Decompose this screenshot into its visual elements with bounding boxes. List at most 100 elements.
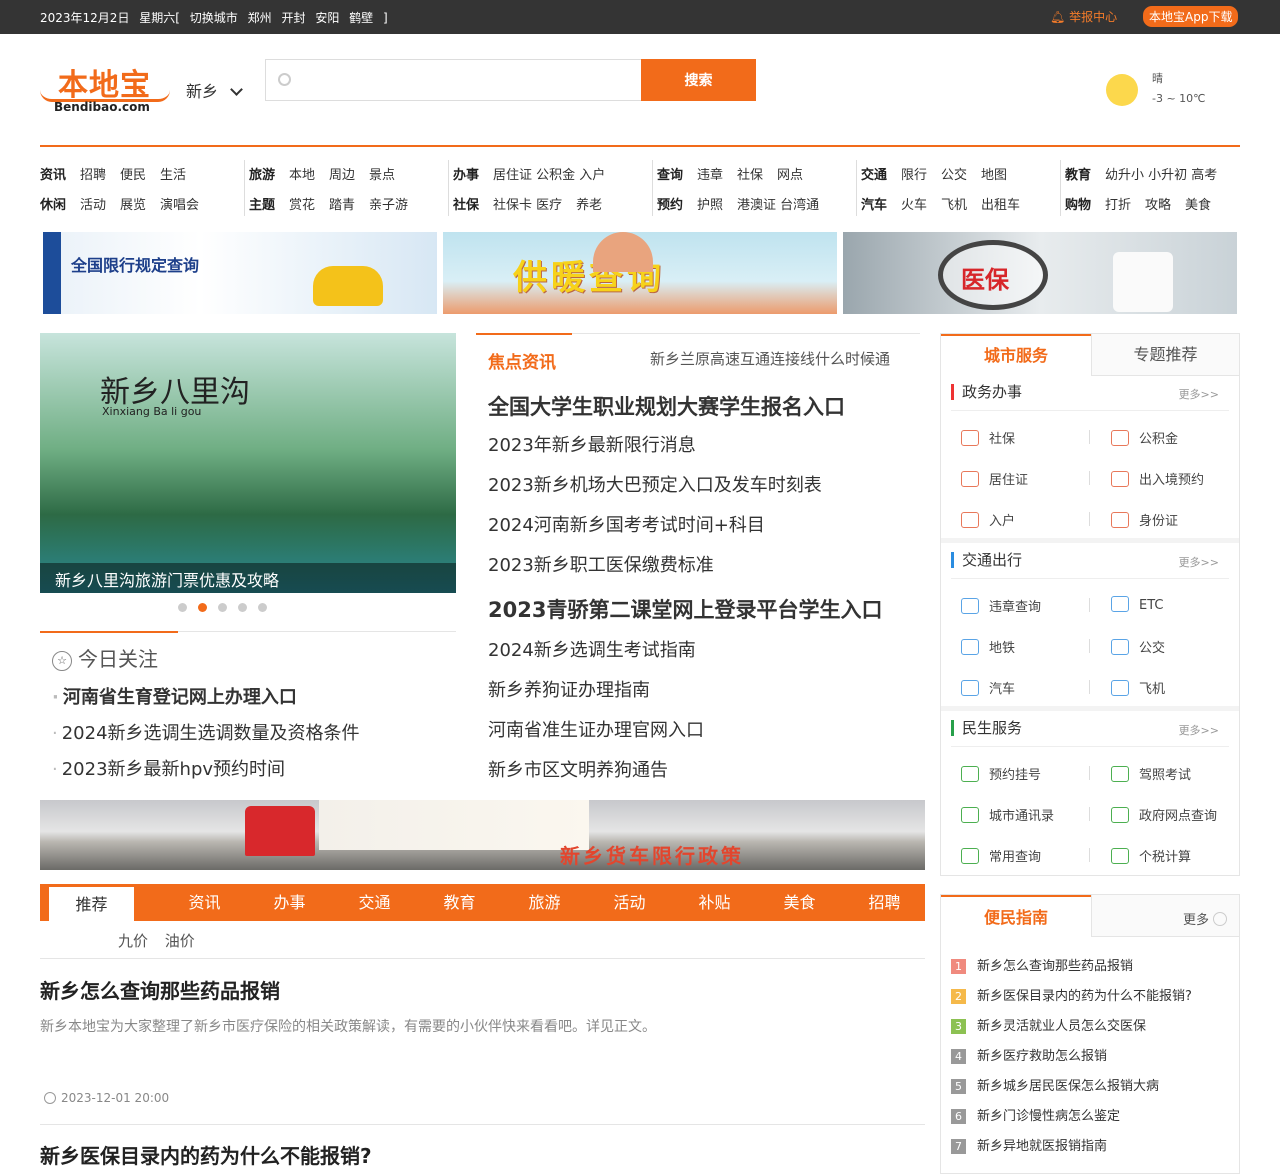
list-item[interactable]: 河南省生育登记网上办理入口	[52, 683, 360, 719]
nav-link[interactable]: 汽车	[861, 194, 887, 213]
search-input[interactable]	[306, 68, 626, 92]
banner-medical-insurance[interactable]: 医保	[843, 232, 1237, 314]
tab-topic-recommend[interactable]: 专题推荐	[1091, 334, 1239, 376]
nav-link[interactable]: 出租车	[981, 194, 1020, 213]
subtab-item[interactable]: 九价	[118, 932, 148, 950]
news-item[interactable]: 新乡养狗证办理指南	[488, 676, 882, 716]
nav-link[interactable]: 赏花	[289, 194, 315, 213]
nav-link[interactable]: 旅游	[249, 164, 275, 183]
guide-title[interactable]: 便民指南	[941, 895, 1091, 937]
nav-link[interactable]: 攻略	[1145, 194, 1171, 213]
nav-link[interactable]: 社保	[737, 164, 763, 183]
guide-item[interactable]: 6 新乡门诊慢性病怎么鉴定	[951, 1105, 1192, 1135]
service-item[interactable]: ETC	[1111, 596, 1163, 613]
report-center-link[interactable]: 🔔︎ 举报中心	[1050, 8, 1117, 25]
service-item[interactable]: 驾照考试	[1111, 764, 1191, 783]
service-item[interactable]: 违章查询	[961, 596, 1041, 615]
site-logo[interactable]: 本地宝 Bendibao.com	[40, 60, 170, 118]
tab-item[interactable]: 交通	[332, 884, 417, 921]
tab-item[interactable]: 招聘	[842, 884, 927, 921]
image-carousel[interactable]: 新乡八里沟 Xinxiang Ba li gou 新乡八里沟旅游门票优惠及攻略	[40, 333, 456, 593]
service-item[interactable]: 汽车	[961, 678, 1015, 697]
nav-link[interactable]: 查询	[657, 164, 683, 183]
nav-link[interactable]: 美食	[1185, 194, 1211, 213]
nav-link[interactable]: 主题	[249, 194, 275, 213]
switch-city-label[interactable]: 切换城市	[190, 11, 238, 25]
nav-link[interactable]: 景点	[369, 164, 395, 183]
news-item[interactable]: 2024河南新乡国考考试时间+科目	[488, 511, 882, 551]
nav-link[interactable]: 教育	[1065, 164, 1091, 183]
carousel-dot[interactable]	[238, 603, 247, 612]
nav-link[interactable]: 亲子游	[369, 194, 408, 213]
nav-link[interactable]: 居住证 公积金 入户	[493, 164, 605, 183]
news-item[interactable]: 新乡市区文明养狗通告	[488, 756, 882, 796]
city-link-hebi[interactable]: 鹤壁	[349, 11, 373, 25]
subtab-item[interactable]: 油价	[165, 932, 195, 950]
tab-item[interactable]: 活动	[587, 884, 672, 921]
guide-item[interactable]: 4 新乡医疗救助怎么报销	[951, 1045, 1192, 1075]
nav-link[interactable]: 交通	[861, 164, 887, 183]
more-link[interactable]: 更多>>	[1179, 722, 1219, 738]
service-item[interactable]: 社保	[961, 428, 1015, 447]
news-item[interactable]: 河南省准生证办理官网入口	[488, 716, 882, 756]
nav-link[interactable]: 公交	[941, 164, 967, 183]
guide-item[interactable]: 3 新乡灵活就业人员怎么交医保	[951, 1015, 1192, 1045]
nav-link[interactable]: 便民	[120, 164, 146, 183]
news-item[interactable]: 2023年新乡最新限行消息	[488, 431, 882, 471]
tab-item[interactable]: 美食	[757, 884, 842, 921]
nav-link[interactable]: 地图	[981, 164, 1007, 183]
service-item[interactable]: 常用查询	[961, 846, 1041, 865]
nav-link[interactable]: 办事	[453, 164, 479, 183]
nav-link[interactable]: 港澳证 台湾通	[737, 194, 819, 213]
news-item[interactable]: 2023青骄第二课堂网上登录平台学生入口	[488, 591, 882, 636]
article-title[interactable]: 新乡医保目录内的药为什么不能报销?	[40, 1140, 925, 1169]
nav-link[interactable]: 活动	[80, 194, 106, 213]
city-link-anyang[interactable]: 安阳	[315, 11, 339, 25]
service-item[interactable]: 政府网点查询	[1111, 805, 1217, 824]
service-item[interactable]: 身份证	[1111, 510, 1178, 529]
nav-link[interactable]: 打折	[1105, 194, 1131, 213]
tab-item[interactable]: 资讯	[162, 884, 247, 921]
service-item[interactable]: 地铁	[961, 637, 1015, 656]
nav-link[interactable]: 踏青	[329, 194, 355, 213]
nav-link[interactable]: 网点	[777, 164, 803, 183]
guide-more-link[interactable]: 更多	[1183, 909, 1228, 928]
nav-link[interactable]: 限行	[901, 164, 927, 183]
tab-item[interactable]: 推荐	[49, 887, 134, 921]
news-item[interactable]: 全国大学生职业规划大赛学生报名入口	[488, 391, 882, 431]
nav-link[interactable]: 本地	[289, 164, 315, 183]
carousel-dot[interactable]	[258, 603, 267, 612]
more-link[interactable]: 更多>>	[1179, 554, 1219, 570]
carousel-dot[interactable]	[218, 603, 227, 612]
more-link[interactable]: 更多>>	[1179, 386, 1219, 402]
service-item[interactable]: 城市通讯录	[961, 805, 1054, 824]
tab-item[interactable]: 教育	[417, 884, 502, 921]
nav-link[interactable]: 幼升小 小升初 高考	[1105, 164, 1217, 183]
service-item[interactable]: 出入境预约	[1111, 469, 1204, 488]
focus-news-ticker[interactable]: 新乡兰原高速互通连接线什么时候通	[650, 348, 890, 369]
truck-restriction-banner[interactable]: 新乡货车限行政策	[40, 800, 925, 870]
carousel-dot[interactable]	[178, 603, 187, 612]
service-item[interactable]: 居住证	[961, 469, 1028, 488]
city-link-zhengzhou[interactable]: 郑州	[248, 11, 272, 25]
news-item[interactable]: 2023新乡机场大巴预定入口及发车时刻表	[488, 471, 882, 511]
nav-link[interactable]: 生活	[160, 164, 186, 183]
tab-item[interactable]: 办事	[247, 884, 332, 921]
guide-item[interactable]: 7 新乡异地就医报销指南	[951, 1135, 1192, 1165]
nav-link[interactable]: 飞机	[941, 194, 967, 213]
nav-link[interactable]: 购物	[1065, 194, 1091, 213]
service-item[interactable]: 公交	[1111, 637, 1165, 656]
service-item[interactable]: 预约挂号	[961, 764, 1041, 783]
tab-item[interactable]: 补贴	[672, 884, 757, 921]
nav-link[interactable]: 护照	[697, 194, 723, 213]
app-download-button[interactable]: 本地宝App下载	[1143, 6, 1239, 27]
list-item[interactable]: 2023新乡最新hpv预约时间	[52, 755, 360, 791]
nav-link[interactable]: 展览	[120, 194, 146, 213]
nav-link[interactable]: 养老	[576, 194, 602, 213]
banner-heating-query[interactable]: 供暖查询	[443, 232, 837, 314]
carousel-dot[interactable]	[198, 603, 207, 612]
guide-item[interactable]: 1 新乡怎么查询那些药品报销	[951, 955, 1192, 985]
carousel-caption[interactable]: 新乡八里沟旅游门票优惠及攻略	[40, 563, 456, 593]
news-item[interactable]: 2023新乡职工医保缴费标准	[488, 551, 882, 591]
tab-item[interactable]: 旅游	[502, 884, 587, 921]
